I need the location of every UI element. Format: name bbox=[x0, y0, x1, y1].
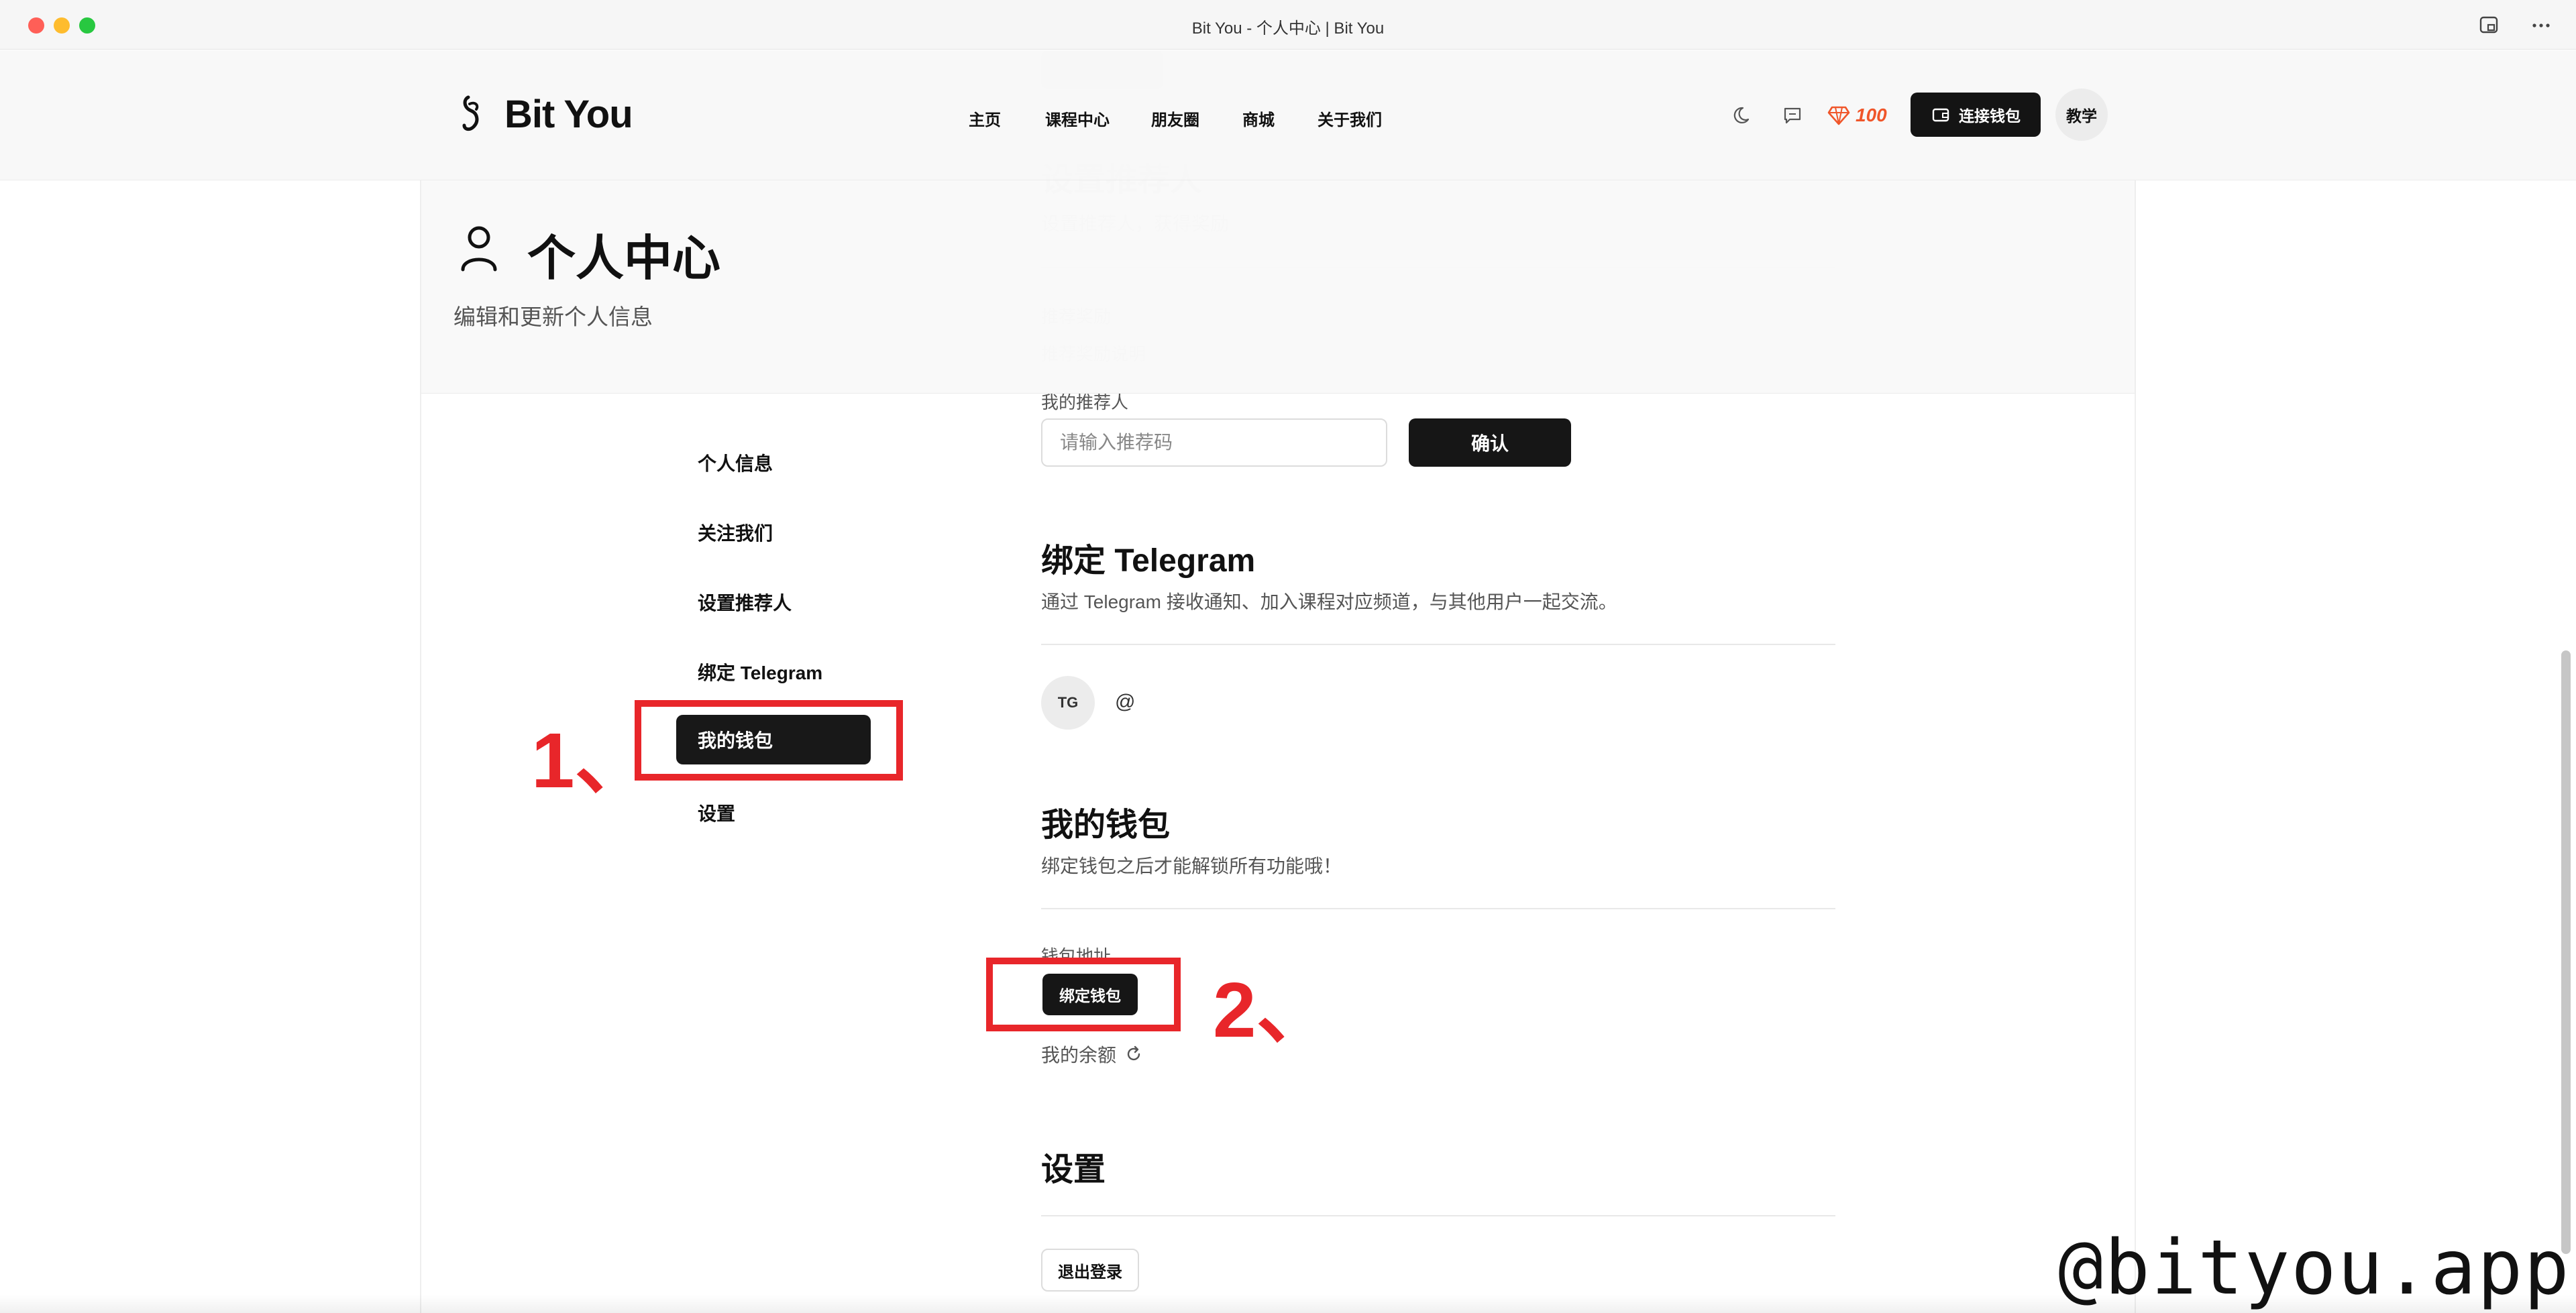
telegram-section-title: 绑定 Telegram bbox=[1041, 543, 1256, 579]
logout-button[interactable]: 退出登录 bbox=[1041, 1249, 1139, 1292]
wallet-icon bbox=[1932, 108, 1949, 122]
nav-home[interactable]: 主页 bbox=[969, 107, 1001, 130]
window-titlebar: Bit You - 个人中心 | Bit You bbox=[0, 0, 2576, 50]
balance-row: 我的余额 bbox=[1041, 1041, 1143, 1068]
telegram-section-desc: 通过 Telegram 接收通知、加入课程对应频道，与其他用户一起交流。 bbox=[1041, 591, 1617, 612]
page-subtitle: 编辑和更新个人信息 bbox=[453, 304, 653, 329]
sidebar-item-referrer[interactable]: 设置推荐人 bbox=[698, 589, 792, 616]
annotation-box-step1 bbox=[635, 700, 903, 781]
settings-section-title: 设置 bbox=[1041, 1152, 1106, 1188]
annotation-step1: 1、 bbox=[531, 717, 653, 804]
annotation-box-step2 bbox=[986, 958, 1181, 1031]
chat-icon[interactable] bbox=[1780, 103, 1805, 127]
nav-moments[interactable]: 朋友圈 bbox=[1151, 107, 1199, 130]
more-icon[interactable] bbox=[2529, 13, 2553, 38]
sidebar-item-settings[interactable]: 设置 bbox=[698, 799, 735, 826]
connect-wallet-button[interactable]: 连接钱包 bbox=[1911, 93, 2041, 137]
user-icon bbox=[461, 226, 497, 272]
page-title: 个人中心 bbox=[527, 232, 721, 286]
telegram-handle: @ bbox=[1115, 691, 1136, 713]
balance-label: 我的余额 bbox=[1041, 1045, 1117, 1066]
nav-about[interactable]: 关于我们 bbox=[1318, 107, 1382, 130]
telegram-avatar: TG bbox=[1041, 676, 1095, 730]
nav-shop[interactable]: 商城 bbox=[1242, 107, 1275, 130]
window-title: Bit You - 个人中心 | Bit You bbox=[1191, 19, 1385, 38]
confirm-button[interactable]: 确认 bbox=[1409, 418, 1571, 467]
annotation-step2: 2、 bbox=[1213, 966, 1334, 1053]
points-badge[interactable]: 100 bbox=[1827, 103, 1887, 127]
sidebar-item-telegram[interactable]: 绑定 Telegram bbox=[698, 659, 822, 685]
wallet-divider bbox=[1041, 908, 1835, 909]
wallet-section-desc: 绑定钱包之后才能解锁所有功能哦！ bbox=[1041, 856, 1342, 876]
sidebar-item-follow[interactable]: 关注我们 bbox=[698, 519, 773, 546]
content-frame-right bbox=[2135, 180, 2136, 1313]
main-nav: 主页 课程中心 朋友圈 商城 关于我们 bbox=[0, 50, 2576, 180]
refresh-icon[interactable] bbox=[1124, 1045, 1143, 1064]
referral-code-input[interactable] bbox=[1041, 418, 1387, 467]
sidebar-item-profile[interactable]: 个人信息 bbox=[698, 449, 773, 476]
wallet-section-title: 我的钱包 bbox=[1041, 807, 1171, 843]
moon-icon[interactable] bbox=[1732, 103, 1756, 127]
page-scrollbar[interactable] bbox=[2561, 650, 2571, 1254]
connect-wallet-label: 连接钱包 bbox=[1959, 107, 2021, 125]
diamond-icon bbox=[1827, 106, 1850, 125]
teach-button[interactable]: 教学 bbox=[2055, 89, 2108, 141]
telegram-divider bbox=[1041, 644, 1835, 645]
points-value: 100 bbox=[1856, 105, 1887, 125]
settings-divider bbox=[1041, 1215, 1835, 1216]
cast-icon[interactable] bbox=[2477, 13, 2501, 38]
watermark: @bityou.app bbox=[2058, 1224, 2571, 1312]
nav-courses[interactable]: 课程中心 bbox=[1045, 107, 1110, 130]
